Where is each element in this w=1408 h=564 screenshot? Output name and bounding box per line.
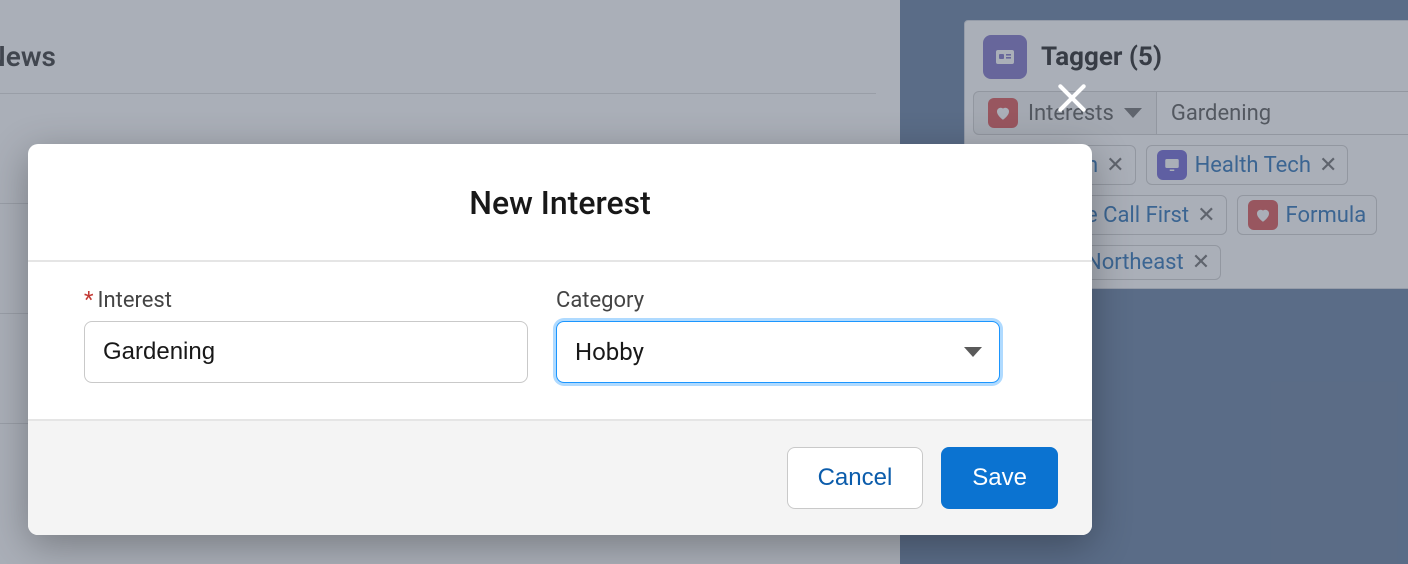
save-button[interactable]: Save bbox=[941, 447, 1058, 509]
interest-label: *Interest bbox=[84, 288, 528, 313]
modal-header: New Interest bbox=[28, 144, 1092, 262]
modal-footer: Cancel Save bbox=[28, 421, 1092, 535]
cancel-button[interactable]: Cancel bbox=[787, 447, 924, 509]
close-icon[interactable] bbox=[1052, 78, 1092, 122]
interest-label-text: Interest bbox=[97, 288, 171, 313]
new-interest-modal: New Interest *Interest Category Hobby Ca… bbox=[28, 144, 1092, 535]
category-label: Category bbox=[556, 288, 1000, 313]
category-select[interactable]: Hobby bbox=[556, 321, 1000, 383]
required-asterisk: * bbox=[84, 288, 93, 313]
field-category: Category Hobby bbox=[556, 288, 1000, 383]
interest-input[interactable] bbox=[84, 321, 528, 383]
category-select-wrap: Hobby bbox=[556, 321, 1000, 383]
modal-title: New Interest bbox=[28, 184, 1092, 222]
field-interest: *Interest bbox=[84, 288, 528, 383]
modal-body: *Interest Category Hobby bbox=[28, 262, 1092, 421]
category-value: Hobby bbox=[575, 338, 644, 366]
